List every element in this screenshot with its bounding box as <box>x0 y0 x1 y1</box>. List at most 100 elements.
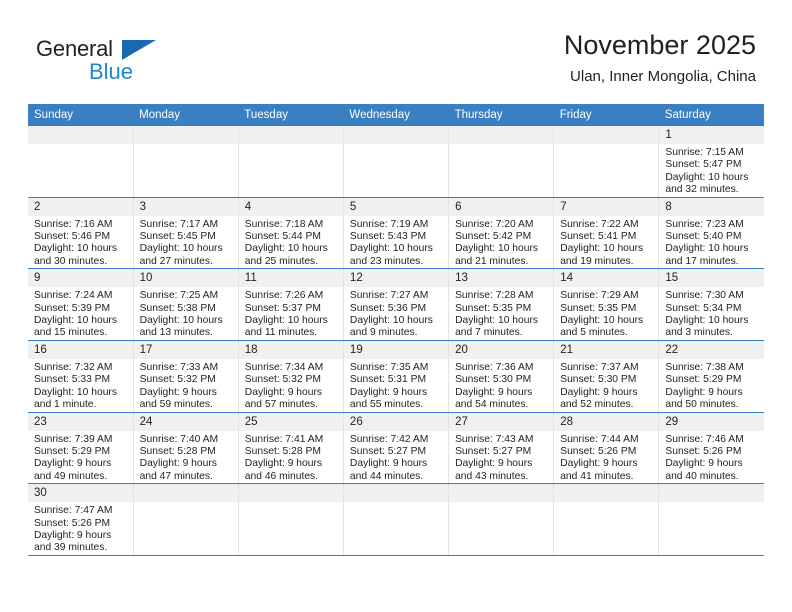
calendar-week-row: 16 Sunrise: 7:32 AM Sunset: 5:33 PM Dayligh… <box>28 340 764 413</box>
calendar-week-row: 1 Sunrise: 7:15 AM Sunset: 5:47 PM Daylight… <box>28 126 764 198</box>
daylight-duration-line2: and 11 minutes. <box>244 327 318 339</box>
daylight-duration-line1: Daylight: 10 hours <box>560 243 644 255</box>
calendar-day-cell[interactable]: 23 Sunrise: 7:39 AM Sunset: 5:29 PM Dayligh… <box>28 412 134 485</box>
sunrise-time: Sunrise: 7:39 AM <box>34 433 113 445</box>
calendar-day-cell[interactable]: 17 Sunrise: 7:33 AM Sunset: 5:32 PM Dayligh… <box>133 340 239 413</box>
sunset-time: Sunset: 5:37 PM <box>244 302 321 314</box>
calendar-day-cell[interactable]: 5 Sunrise: 7:19 AM Sunset: 5:43 PM Daylight… <box>343 197 450 270</box>
sunset-time: Sunset: 5:32 PM <box>139 374 216 386</box>
sunrise-time: Sunrise: 7:35 AM <box>349 361 429 373</box>
sunset-time: Sunset: 5:40 PM <box>665 231 742 243</box>
calendar-day-cell-empty <box>448 483 555 556</box>
calendar-day-cell-empty <box>238 483 344 556</box>
sunrise-time: Sunrise: 7:43 AM <box>455 433 534 445</box>
daylight-duration-line2: and 55 minutes. <box>349 399 424 411</box>
daylight-duration-line1: Daylight: 10 hours <box>244 315 328 327</box>
daylight-duration-line1: Daylight: 9 hours <box>349 386 428 398</box>
sunrise-time: Sunrise: 7:44 AM <box>560 433 639 445</box>
calendar-day-cell[interactable]: 6 Sunrise: 7:20 AM Sunset: 5:42 PM Daylight… <box>448 197 555 270</box>
calendar-day-cell[interactable]: 27 Sunrise: 7:43 AM Sunset: 5:27 PM Dayligh… <box>448 412 555 485</box>
daylight-duration-line1: Daylight: 9 hours <box>665 458 743 470</box>
calendar-day-cell[interactable]: 11 Sunrise: 7:26 AM Sunset: 5:37 PM Dayligh… <box>238 268 344 341</box>
daylight-duration-line1: Daylight: 9 hours <box>455 386 533 398</box>
day-number: 25 <box>238 412 343 431</box>
calendar-day-cell[interactable]: 4 Sunrise: 7:18 AM Sunset: 5:44 PM Daylight… <box>238 197 344 270</box>
daylight-duration-line1: Daylight: 10 hours <box>244 243 328 255</box>
day-details: Sunrise: 7:34 AM Sunset: 5:32 PM Daylight:… <box>239 359 343 412</box>
day-details: Sunrise: 7:15 AM Sunset: 5:47 PM Daylight:… <box>659 144 764 197</box>
day-number <box>449 484 554 503</box>
sunset-time: Sunset: 5:26 PM <box>560 445 637 457</box>
day-number: 7 <box>554 197 659 216</box>
day-number <box>343 484 449 503</box>
day-details: Sunrise: 7:16 AM Sunset: 5:46 PM Daylight:… <box>28 216 133 269</box>
daylight-duration-line1: Daylight: 9 hours <box>139 386 217 398</box>
calendar-day-cell[interactable]: 24 Sunrise: 7:40 AM Sunset: 5:28 PM Dayligh… <box>133 412 239 485</box>
calendar-day-cell[interactable]: 12 Sunrise: 7:27 AM Sunset: 5:36 PM Dayligh… <box>343 268 450 341</box>
calendar-day-cell[interactable]: 26 Sunrise: 7:42 AM Sunset: 5:27 PM Dayligh… <box>343 412 450 485</box>
calendar-day-cell[interactable]: 18 Sunrise: 7:34 AM Sunset: 5:32 PM Dayligh… <box>238 340 344 413</box>
calendar-day-cell[interactable]: 21 Sunrise: 7:37 AM Sunset: 5:30 PM Dayligh… <box>553 340 660 413</box>
sunset-time: Sunset: 5:29 PM <box>665 374 742 386</box>
calendar-day-cell[interactable]: 14 Sunrise: 7:29 AM Sunset: 5:35 PM Dayligh… <box>553 268 660 341</box>
sunrise-time: Sunrise: 7:19 AM <box>349 218 429 230</box>
daylight-duration-line1: Daylight: 10 hours <box>665 243 749 255</box>
daylight-duration-line2: and 27 minutes. <box>139 255 213 267</box>
calendar-day-cell[interactable]: 10 Sunrise: 7:25 AM Sunset: 5:38 PM Dayligh… <box>133 268 239 341</box>
day-details: Sunrise: 7:23 AM Sunset: 5:40 PM Daylight:… <box>659 216 764 269</box>
calendar-day-cell[interactable]: 9 Sunrise: 7:24 AM Sunset: 5:39 PM Daylight… <box>28 268 134 341</box>
calendar-page: General Blue November 2025 Ulan, Inner M… <box>0 0 792 612</box>
day-details: Sunrise: 7:32 AM Sunset: 5:33 PM Daylight:… <box>28 359 133 412</box>
day-details: Sunrise: 7:29 AM Sunset: 5:35 PM Daylight:… <box>554 287 658 340</box>
logo-text-general: General <box>36 36 113 61</box>
calendar-day-cell[interactable]: 22 Sunrise: 7:38 AM Sunset: 5:29 PM Dayligh… <box>658 340 764 413</box>
calendar-day-cell[interactable]: 7 Sunrise: 7:22 AM Sunset: 5:41 PM Daylight… <box>553 197 660 270</box>
sunset-time: Sunset: 5:36 PM <box>349 302 427 314</box>
calendar-week-row: 9 Sunrise: 7:24 AM Sunset: 5:39 PM Daylight… <box>28 268 764 341</box>
daylight-duration-line1: Daylight: 9 hours <box>34 529 112 541</box>
calendar-day-cell[interactable]: 16 Sunrise: 7:32 AM Sunset: 5:33 PM Dayligh… <box>28 340 134 413</box>
calendar-day-cell[interactable]: 20 Sunrise: 7:36 AM Sunset: 5:30 PM Dayligh… <box>448 340 555 413</box>
calendar-day-cell[interactable]: 13 Sunrise: 7:28 AM Sunset: 5:35 PM Dayligh… <box>448 268 555 341</box>
calendar-day-cell[interactable]: 8 Sunrise: 7:23 AM Sunset: 5:40 PM Daylight… <box>658 197 764 270</box>
daylight-duration-line2: and 23 minutes. <box>349 255 424 267</box>
day-number <box>238 484 343 503</box>
general-blue-logo: General Blue <box>36 38 216 90</box>
calendar-day-cell[interactable]: 3 Sunrise: 7:17 AM Sunset: 5:45 PM Daylight… <box>133 197 239 270</box>
day-number: 3 <box>133 197 238 216</box>
sunset-time: Sunset: 5:34 PM <box>665 302 742 314</box>
daylight-duration-line2: and 54 minutes. <box>455 399 529 411</box>
page-header: General Blue November 2025 Ulan, Inner M… <box>0 0 792 100</box>
page-subtitle: Ulan, Inner Mongolia, China <box>570 68 756 86</box>
calendar-day-cell[interactable]: 1 Sunrise: 7:15 AM Sunset: 5:47 PM Daylight… <box>658 126 764 198</box>
daylight-duration-line2: and 52 minutes. <box>560 399 634 411</box>
weekday-header-wednesday: Wednesday <box>343 104 449 126</box>
calendar-day-cell[interactable]: 29 Sunrise: 7:46 AM Sunset: 5:26 PM Dayligh… <box>658 412 764 485</box>
calendar-day-cell[interactable]: 15 Sunrise: 7:30 AM Sunset: 5:34 PM Dayligh… <box>658 268 764 341</box>
day-number: 29 <box>659 412 764 431</box>
daylight-duration-line2: and 41 minutes. <box>560 470 634 482</box>
calendar-day-cell[interactable]: 19 Sunrise: 7:35 AM Sunset: 5:31 PM Dayligh… <box>343 340 450 413</box>
sunrise-time: Sunrise: 7:16 AM <box>34 218 113 230</box>
daylight-duration-line1: Daylight: 9 hours <box>455 458 533 470</box>
day-details: Sunrise: 7:17 AM Sunset: 5:45 PM Daylight:… <box>134 216 238 269</box>
daylight-duration-line1: Daylight: 9 hours <box>244 386 323 398</box>
calendar-day-cell[interactable]: 2 Sunrise: 7:16 AM Sunset: 5:46 PM Daylight… <box>28 197 134 270</box>
daylight-duration-line1: Daylight: 9 hours <box>139 458 217 470</box>
sunset-time: Sunset: 5:28 PM <box>244 445 321 457</box>
weekday-header-saturday: Saturday <box>658 104 764 126</box>
daylight-duration-line2: and 47 minutes. <box>139 470 213 482</box>
day-details: Sunrise: 7:30 AM Sunset: 5:34 PM Daylight:… <box>659 287 764 340</box>
sunset-time: Sunset: 5:41 PM <box>560 231 637 243</box>
calendar-day-cell[interactable]: 28 Sunrise: 7:44 AM Sunset: 5:26 PM Dayligh… <box>553 412 660 485</box>
day-details: Sunrise: 7:39 AM Sunset: 5:29 PM Daylight:… <box>28 431 133 484</box>
day-number: 10 <box>133 269 238 288</box>
page-title: November 2025 <box>563 30 756 60</box>
sunset-time: Sunset: 5:26 PM <box>34 517 111 529</box>
calendar-day-cell[interactable]: 25 Sunrise: 7:41 AM Sunset: 5:28 PM Dayligh… <box>238 412 344 485</box>
day-number <box>659 484 764 503</box>
daylight-duration-line2: and 49 minutes. <box>34 470 108 482</box>
calendar-day-cell[interactable]: 30 Sunrise: 7:47 AM Sunset: 5:26 PM Dayligh… <box>28 483 134 556</box>
day-details: Sunrise: 7:41 AM Sunset: 5:28 PM Daylight:… <box>239 431 343 484</box>
daylight-duration-line2: and 39 minutes. <box>34 542 108 554</box>
